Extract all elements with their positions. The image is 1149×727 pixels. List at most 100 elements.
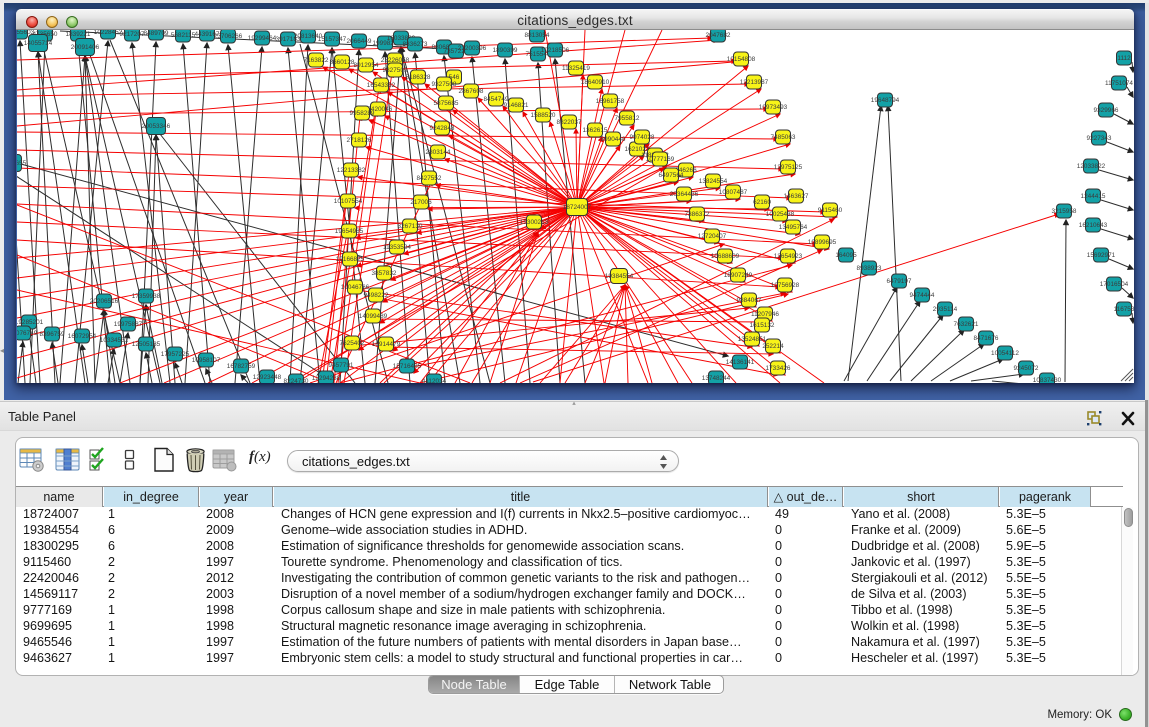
svg-text:5875685: 5875685 xyxy=(434,100,459,107)
svg-text:10334531: 10334531 xyxy=(100,337,129,344)
svg-text:23706266: 23706266 xyxy=(214,33,243,40)
svg-text:7632621: 7632621 xyxy=(954,321,979,328)
svg-text:2935114: 2935114 xyxy=(933,306,958,313)
svg-text:10025438: 10025438 xyxy=(766,211,795,218)
svg-text:9974028: 9974028 xyxy=(630,134,655,141)
svg-text:16914479: 16914479 xyxy=(372,341,401,348)
svg-text:19975887: 19975887 xyxy=(114,321,143,328)
svg-text:2047682: 2047682 xyxy=(706,32,731,39)
svg-text:3267130: 3267130 xyxy=(398,223,423,230)
svg-text:9115460: 9115460 xyxy=(818,207,843,214)
svg-text:12294238: 12294238 xyxy=(312,375,341,382)
svg-text:9245072: 9245072 xyxy=(1014,365,1039,372)
svg-text:15300213: 15300213 xyxy=(520,219,549,226)
svg-text:9242848: 9242848 xyxy=(430,125,455,132)
svg-text:10837430: 10837430 xyxy=(1033,377,1062,383)
svg-text:10973493: 10973493 xyxy=(759,104,788,111)
svg-text:16961758: 16961758 xyxy=(596,98,625,105)
svg-text:10807487: 10807487 xyxy=(719,189,748,196)
svg-text:9958289: 9958289 xyxy=(350,110,375,117)
svg-text:19384554: 19384554 xyxy=(605,273,634,280)
svg-text:9146821: 9146821 xyxy=(504,102,529,109)
svg-text:9498222: 9498222 xyxy=(364,292,389,299)
svg-text:116753: 116753 xyxy=(1114,306,1134,313)
svg-text:1463627: 1463627 xyxy=(784,193,809,200)
svg-text:8427552: 8427552 xyxy=(417,175,442,182)
svg-text:18640910: 18640910 xyxy=(581,79,610,86)
svg-text:11353594: 11353594 xyxy=(383,244,411,251)
svg-text:10154808: 10154808 xyxy=(727,56,756,63)
svg-text:10046766: 10046766 xyxy=(341,284,370,291)
svg-text:20053346: 20053346 xyxy=(142,123,171,130)
svg-text:12975125: 12975125 xyxy=(774,164,803,171)
svg-text:19299464: 19299464 xyxy=(248,35,277,42)
svg-text:9329966: 9329966 xyxy=(1094,107,1119,114)
svg-text:5682115: 5682115 xyxy=(171,32,196,39)
svg-text:16210643: 16210643 xyxy=(1079,222,1108,229)
svg-text:2066449: 2066449 xyxy=(347,38,372,45)
svg-text:12033822: 12033822 xyxy=(1077,163,1106,170)
svg-text:14055714: 14055714 xyxy=(24,40,53,47)
svg-text:8912954: 8912954 xyxy=(354,62,379,69)
svg-text:9457791: 9457791 xyxy=(329,362,354,369)
svg-text:26402655: 26402655 xyxy=(17,160,27,167)
svg-text:6479197: 6479197 xyxy=(887,278,912,285)
svg-text:11751074: 11751074 xyxy=(1105,80,1133,87)
svg-text:15692971: 15692971 xyxy=(1087,252,1116,259)
svg-text:21200396: 21200396 xyxy=(458,45,487,52)
svg-text:3215958: 3215958 xyxy=(1052,208,1077,215)
svg-text:19166825: 19166825 xyxy=(336,256,365,263)
svg-text:12720407: 12720407 xyxy=(698,233,727,240)
svg-text:4112034: 4112034 xyxy=(422,378,447,383)
svg-text:15076749: 15076749 xyxy=(17,330,38,337)
svg-text:12213987: 12213987 xyxy=(740,79,769,86)
svg-text:12213382: 12213382 xyxy=(337,167,366,174)
svg-text:20206516: 20206516 xyxy=(90,298,119,305)
svg-text:1362615: 1362615 xyxy=(583,127,608,134)
svg-text:6497564: 6497564 xyxy=(659,172,684,179)
svg-text:10054112: 10054112 xyxy=(991,350,1019,357)
svg-text:9217207: 9217207 xyxy=(120,31,145,38)
svg-text:1839221: 1839221 xyxy=(66,31,91,38)
svg-text:8336273: 8336273 xyxy=(403,41,428,48)
svg-text:13495764: 13495764 xyxy=(779,224,808,231)
svg-text:2803144: 2803144 xyxy=(426,149,451,156)
svg-text:7625402: 7625402 xyxy=(340,340,365,347)
svg-text:15157347: 15157347 xyxy=(318,36,347,43)
svg-text:9474444: 9474444 xyxy=(910,292,935,299)
svg-text:217006: 217006 xyxy=(410,199,432,206)
svg-text:8186328: 8186328 xyxy=(406,74,431,81)
svg-text:164095: 164095 xyxy=(835,252,857,259)
svg-text:16543382: 16543382 xyxy=(367,82,396,89)
svg-text:1244415: 1244415 xyxy=(1081,193,1106,200)
svg-text:8813054: 8813054 xyxy=(525,32,550,39)
svg-text:19285201: 19285201 xyxy=(17,319,44,326)
svg-text:8822037: 8822037 xyxy=(557,119,582,126)
svg-text:10777169: 10777169 xyxy=(646,156,675,163)
svg-text:1890399: 1890399 xyxy=(493,47,518,54)
svg-text:13824554: 13824554 xyxy=(699,178,728,185)
svg-text:11207946: 11207946 xyxy=(751,311,779,318)
svg-text:14099489: 14099489 xyxy=(359,313,388,320)
svg-text:9227343: 9227343 xyxy=(1087,135,1112,142)
svg-text:20091406: 20091406 xyxy=(71,44,100,51)
svg-text:9327508: 9327508 xyxy=(432,81,457,88)
svg-text:19648794: 19648794 xyxy=(871,97,900,104)
svg-text:13524851: 13524851 xyxy=(738,336,767,343)
svg-text:252214: 252214 xyxy=(762,343,784,350)
svg-text:16782759: 16782759 xyxy=(227,363,256,370)
svg-text:19654985: 19654985 xyxy=(335,228,364,235)
svg-text:7386372: 7386372 xyxy=(685,211,710,218)
svg-text:18724007: 18724007 xyxy=(563,204,592,211)
svg-text:10228452: 10228452 xyxy=(94,30,123,36)
svg-text:1112: 1112 xyxy=(1117,55,1131,62)
svg-text:18907249: 18907249 xyxy=(724,272,753,279)
svg-text:12923448: 12923448 xyxy=(253,374,282,381)
svg-text:2867608: 2867608 xyxy=(459,88,484,95)
svg-text:9827509: 9827509 xyxy=(383,67,408,74)
svg-text:62160: 62160 xyxy=(753,199,771,206)
svg-text:13654923: 13654923 xyxy=(774,253,803,260)
svg-text:15716485: 15716485 xyxy=(393,363,422,370)
svg-text:3857832: 3857832 xyxy=(372,270,397,277)
svg-text:1615132: 1615132 xyxy=(750,322,775,329)
